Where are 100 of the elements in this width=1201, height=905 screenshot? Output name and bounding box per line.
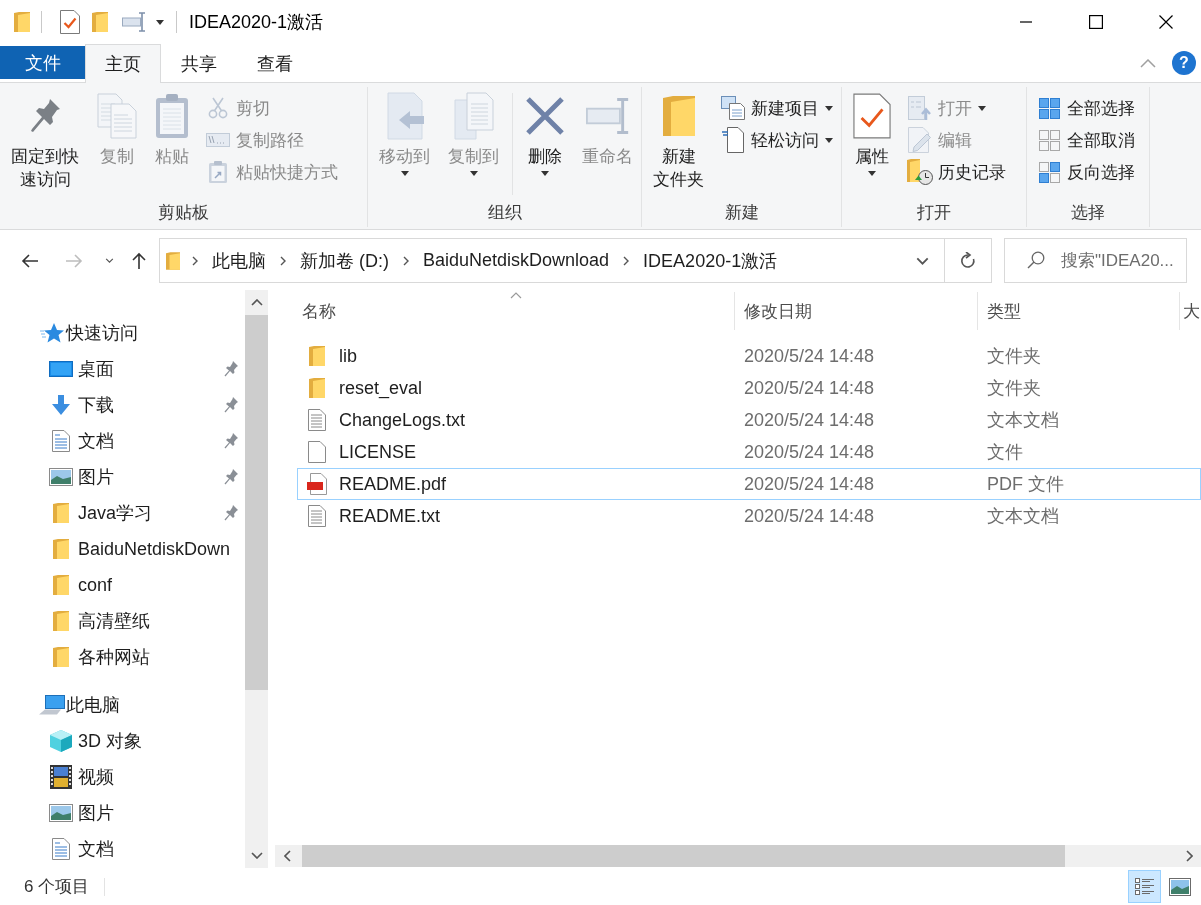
file-type: PDF 文件 bbox=[986, 473, 1065, 496]
ribbon-command[interactable]: 历史记录 bbox=[904, 156, 1010, 188]
details-list-icon bbox=[1134, 876, 1155, 897]
ribbon-tab[interactable]: 文件 bbox=[0, 46, 85, 79]
chevron-left-icon[interactable] bbox=[283, 850, 291, 862]
nav-item[interactable]: 视频 bbox=[0, 759, 245, 795]
file-row[interactable]: LICENSE 2020/5/24 14:48 文件 bbox=[297, 436, 1201, 468]
column-header[interactable]: 大 bbox=[1180, 292, 1201, 330]
chevron-right-icon bbox=[403, 255, 409, 266]
folder-icon bbox=[14, 12, 30, 32]
chevron-up-icon[interactable] bbox=[250, 299, 263, 306]
scrollbar-thumb[interactable] bbox=[302, 845, 1065, 867]
nav-item[interactable]: conf bbox=[0, 567, 245, 603]
pin-icon bbox=[224, 433, 238, 449]
modified-date: 2020/5/24 14:48 bbox=[743, 441, 876, 463]
group-label: 剪贴板 bbox=[157, 202, 210, 224]
ribbon-tab[interactable]: 主页 bbox=[85, 44, 161, 83]
nav-item[interactable]: 文档 bbox=[0, 423, 245, 459]
download-arrow-icon bbox=[51, 394, 71, 416]
help-button[interactable]: ? bbox=[1172, 51, 1196, 75]
ribbon-command[interactable]: 轻松访问 bbox=[717, 124, 837, 156]
folder-icon bbox=[92, 12, 108, 32]
chevron-right-icon[interactable] bbox=[1185, 850, 1193, 862]
caret-icon bbox=[469, 171, 478, 176]
chevron-right-icon bbox=[623, 255, 630, 266]
window-title: IDEA2020-1激活 bbox=[189, 11, 324, 34]
folder-icon bbox=[309, 346, 325, 366]
ribbon-command[interactable]: 删除 bbox=[521, 87, 569, 176]
breadcrumb-item[interactable]: 新加卷 (D:) bbox=[298, 248, 391, 273]
group-label: 新建 bbox=[723, 202, 760, 224]
forward-arrow-icon bbox=[65, 252, 83, 269]
ribbon-command[interactable]: 全部取消 bbox=[1033, 124, 1139, 156]
file-row[interactable]: ChangeLogs.txt 2020/5/24 14:48 文本文档 bbox=[297, 404, 1201, 436]
file-row[interactable]: reset_eval 2020/5/24 14:48 文件夹 bbox=[297, 372, 1201, 404]
cube-icon bbox=[49, 729, 73, 753]
breadcrumb-item[interactable]: 此电脑 bbox=[210, 248, 268, 273]
refresh-icon bbox=[960, 251, 976, 270]
column-header[interactable]: 修改日期 bbox=[735, 292, 978, 330]
file-type: 文件夹 bbox=[986, 345, 1042, 368]
modified-date: 2020/5/24 14:48 bbox=[743, 505, 876, 527]
caret-icon bbox=[541, 171, 549, 176]
nav-item[interactable]: 图片 bbox=[0, 795, 245, 831]
nav-item[interactable]: 文档 bbox=[0, 831, 245, 867]
pin-icon bbox=[224, 469, 238, 485]
scrollbar[interactable] bbox=[245, 290, 268, 868]
ribbon-command[interactable]: 新建文件夹 bbox=[648, 87, 709, 191]
file-row[interactable]: README.pdf 2020/5/24 14:48 PDF 文件 bbox=[297, 468, 1201, 500]
file-row[interactable]: README.txt 2020/5/24 14:48 文本文档 bbox=[297, 500, 1201, 532]
ribbon-command[interactable]: 属性 bbox=[848, 87, 896, 176]
ribbon-command[interactable]: 全部选择 bbox=[1033, 92, 1139, 124]
copy-icon bbox=[97, 93, 137, 139]
folder-icon bbox=[662, 96, 695, 136]
modified-date: 2020/5/24 14:48 bbox=[743, 377, 876, 399]
copy-to-icon bbox=[453, 92, 494, 140]
column-header[interactable]: 类型 bbox=[978, 292, 1180, 330]
column-header[interactable]: 名称 bbox=[297, 292, 735, 330]
breadcrumb-item[interactable]: BaiduNetdiskDownload bbox=[421, 250, 612, 271]
copy-path-icon bbox=[206, 133, 230, 147]
ribbon-command[interactable]: 新建项目 bbox=[717, 92, 837, 124]
search-field[interactable]: 搜索"IDEA20... bbox=[1004, 238, 1187, 283]
group-label: 组织 bbox=[486, 202, 523, 224]
modified-date: 2020/5/24 14:48 bbox=[743, 409, 876, 431]
ribbon-command[interactable]: 固定到快速访问 bbox=[6, 87, 84, 191]
clipboard-icon bbox=[155, 93, 189, 139]
details-view-button[interactable] bbox=[1128, 870, 1161, 903]
nav-item[interactable]: 快速访问 bbox=[0, 315, 245, 351]
pin-icon bbox=[224, 505, 238, 521]
address-bar[interactable]: 此电脑 新加卷 (D:) BaiduNetdiskDownload IDEA2020-1激活 bbox=[159, 238, 992, 283]
rename-icon bbox=[122, 12, 146, 32]
rename-icon bbox=[585, 97, 630, 135]
scrollbar-thumb[interactable] bbox=[245, 315, 268, 690]
ribbon-tab[interactable]: 查看 bbox=[237, 45, 313, 82]
breadcrumb-item[interactable]: IDEA2020-1激活 bbox=[641, 248, 780, 273]
ribbon-tab[interactable]: 共享 bbox=[161, 45, 237, 82]
nav-item[interactable]: 高清壁纸 bbox=[0, 603, 245, 639]
ribbon-command[interactable]: 反向选择 bbox=[1033, 156, 1139, 188]
folder-icon bbox=[53, 647, 69, 667]
caret-icon bbox=[868, 171, 876, 176]
open-icon bbox=[908, 96, 932, 120]
nav-item[interactable]: 桌面 bbox=[0, 351, 245, 387]
folder-icon bbox=[53, 575, 69, 595]
nav-item[interactable]: 此电脑 bbox=[0, 687, 245, 723]
scrollbar[interactable] bbox=[275, 845, 1201, 867]
caret-icon bbox=[825, 105, 833, 111]
properties-button[interactable] bbox=[60, 8, 80, 36]
select-none-icon bbox=[1038, 129, 1060, 151]
maximize-icon bbox=[1089, 15, 1103, 29]
folder-clock-icon bbox=[907, 159, 933, 185]
chevron-down-icon[interactable] bbox=[250, 852, 263, 859]
file-name: README.txt bbox=[339, 505, 440, 527]
nav-item[interactable]: 3D 对象 bbox=[0, 723, 245, 759]
nav-item[interactable]: 图片 bbox=[0, 459, 245, 495]
nav-item[interactable]: Java学习 bbox=[0, 495, 245, 531]
up-arrow-icon bbox=[131, 251, 147, 270]
search-icon bbox=[1027, 251, 1045, 269]
file-row[interactable]: lib 2020/5/24 14:48 文件夹 bbox=[297, 340, 1201, 372]
nav-item[interactable]: BaiduNetdiskDown bbox=[0, 531, 245, 567]
nav-item[interactable]: 各种网站 bbox=[0, 639, 245, 675]
nav-item[interactable]: 下载 bbox=[0, 387, 245, 423]
group-label: 选择 bbox=[1070, 202, 1106, 224]
